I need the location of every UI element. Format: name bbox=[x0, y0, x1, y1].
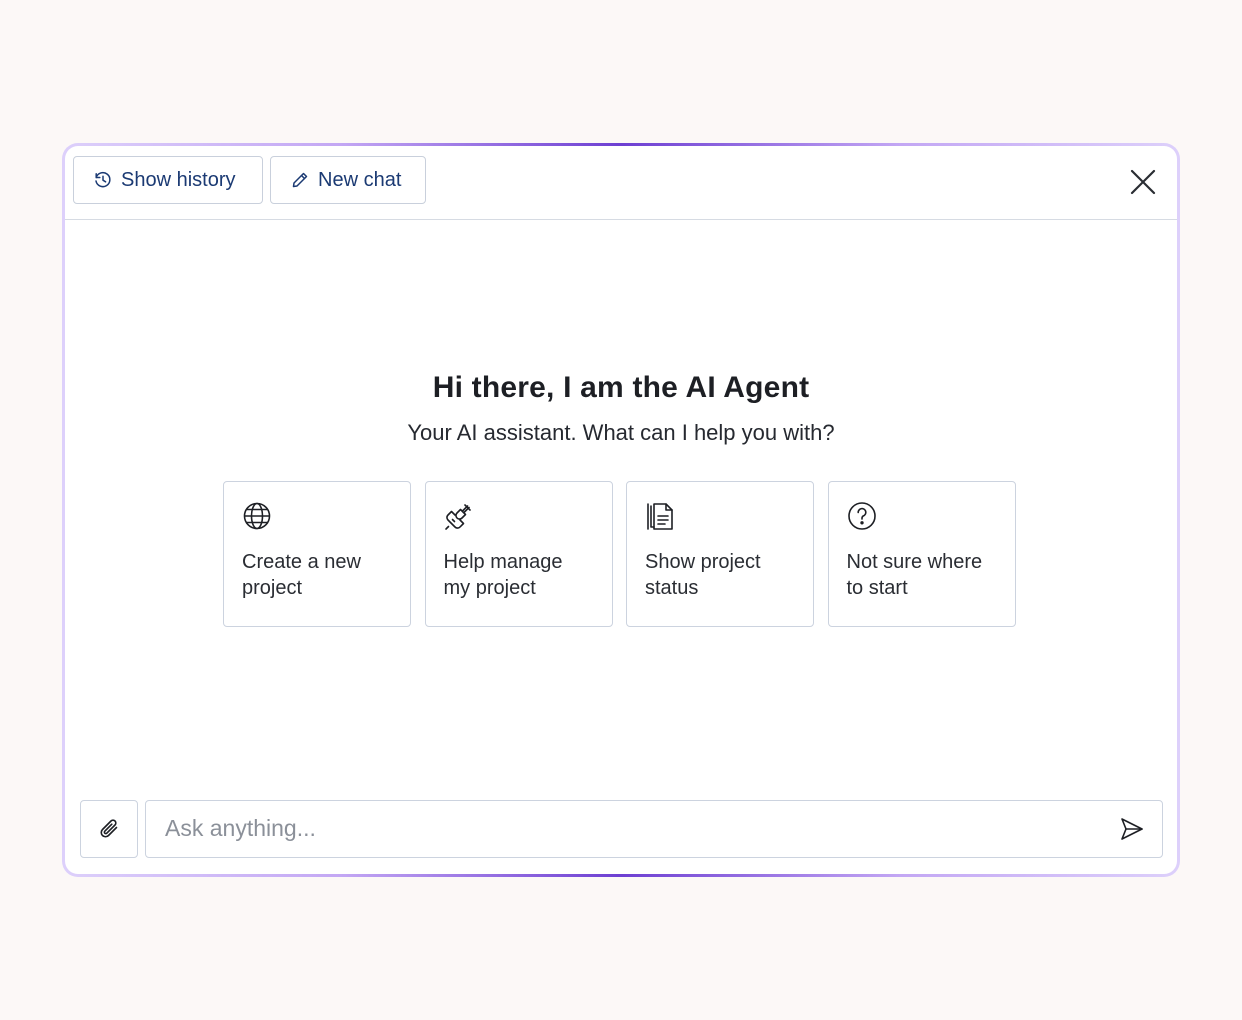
new-chat-button[interactable]: New chat bbox=[270, 156, 426, 204]
suggestion-manage-project[interactable]: Help manage my project bbox=[424, 481, 613, 627]
close-icon bbox=[1130, 169, 1156, 195]
suggestion-cards: Create a new project Help manage my proj… bbox=[223, 481, 1016, 627]
message-input-container bbox=[145, 800, 1163, 858]
show-history-button[interactable]: Show history bbox=[73, 156, 263, 204]
question-circle-icon bbox=[847, 501, 877, 531]
message-input[interactable] bbox=[146, 801, 1105, 856]
paperclip-icon bbox=[100, 819, 118, 838]
chat-window-frame: Show history New chat Hi there, I am the bbox=[62, 143, 1180, 877]
plug-icon bbox=[444, 501, 474, 531]
attach-button[interactable] bbox=[80, 800, 138, 858]
suggestion-not-sure[interactable]: Not sure where to start bbox=[827, 481, 1016, 627]
suggestion-label: Create a new project bbox=[242, 551, 361, 599]
suggestion-create-project[interactable]: Create a new project bbox=[223, 481, 411, 627]
globe-icon bbox=[242, 501, 272, 531]
pencil-icon bbox=[290, 170, 310, 190]
documents-icon bbox=[645, 501, 675, 531]
history-clock-icon bbox=[93, 170, 113, 190]
greeting-title: Hi there, I am the AI Agent bbox=[432, 371, 810, 404]
show-history-label: Show history bbox=[121, 168, 236, 191]
new-chat-label: New chat bbox=[318, 168, 402, 191]
chat-toolbar: Show history New chat bbox=[65, 146, 1177, 220]
suggestion-project-status[interactable]: Show project status bbox=[626, 481, 814, 627]
suggestion-label: Not sure where to start bbox=[846, 551, 983, 599]
chat-panel: Show history New chat Hi there, I am the bbox=[65, 146, 1177, 874]
send-icon bbox=[1121, 818, 1143, 840]
suggestion-label: Show project status bbox=[645, 551, 761, 599]
suggestion-label: Help manage my project bbox=[443, 551, 563, 599]
greeting-subtitle: Your AI assistant. What can I help you w… bbox=[407, 420, 835, 445]
close-button[interactable] bbox=[1127, 166, 1159, 198]
send-button[interactable] bbox=[1118, 815, 1146, 843]
